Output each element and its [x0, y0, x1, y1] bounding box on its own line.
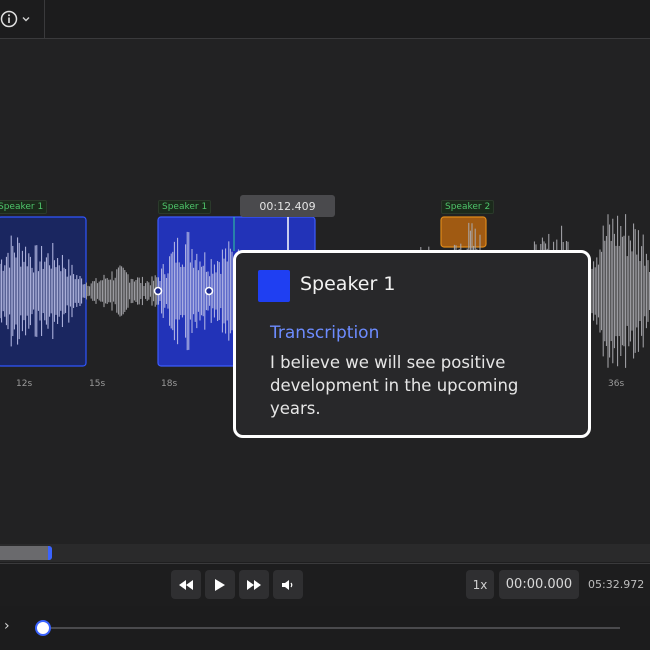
- timeline-slider-knob[interactable]: [35, 620, 51, 636]
- overview-scrollbar[interactable]: [0, 544, 650, 562]
- region-handle: [204, 286, 214, 296]
- tick-label: 36s: [608, 379, 625, 389]
- transcription-popup: Speaker 1 Transcription I believe we wil…: [233, 250, 591, 438]
- tick-label: 15s: [89, 379, 106, 389]
- tick-label: 12s: [16, 379, 33, 389]
- transcription-text: I believe we will see positive developme…: [270, 353, 519, 418]
- timeline-bar: ›: [0, 606, 650, 650]
- volume-icon: [282, 579, 293, 590]
- segment-label-speaker-1a[interactable]: Speaker 1: [0, 200, 48, 214]
- rewind-icon: [179, 579, 193, 590]
- info-icon: [0, 10, 18, 28]
- playback-rate-button[interactable]: 1x: [466, 570, 494, 599]
- play-button[interactable]: [205, 570, 235, 599]
- scrollbar-thumb-edge: [48, 546, 52, 560]
- speaker-color-swatch: [258, 270, 290, 302]
- rewind-button[interactable]: [171, 570, 201, 599]
- toolbar-divider: [44, 0, 45, 38]
- playhead-time: 00:12.409: [240, 195, 335, 217]
- player-controls: 1x 00:00.000 05:32.972: [0, 563, 650, 607]
- fast-forward-icon: [247, 579, 261, 590]
- info-button[interactable]: [0, 6, 44, 32]
- region-handle: [153, 286, 163, 296]
- total-time: 05:32.972: [588, 578, 645, 591]
- segment-label-speaker-1b[interactable]: Speaker 1: [158, 200, 212, 214]
- segment-region-3: [440, 216, 487, 248]
- top-toolbar: [0, 0, 650, 39]
- transcription-title: Transcription: [270, 323, 380, 343]
- fast-forward-button[interactable]: [239, 570, 269, 599]
- timeline-slider-track[interactable]: [42, 627, 620, 629]
- chevron-right-icon[interactable]: ›: [4, 618, 10, 634]
- scrollbar-thumb[interactable]: [0, 546, 52, 560]
- current-time: 00:00.000: [499, 570, 579, 599]
- volume-button[interactable]: [273, 570, 303, 599]
- segment-label-speaker-2[interactable]: Speaker 2: [441, 200, 495, 214]
- popup-speaker-name: Speaker 1: [300, 273, 396, 295]
- tick-label: 18s: [161, 379, 178, 389]
- chevron-down-icon: [22, 17, 30, 22]
- play-icon: [215, 578, 225, 591]
